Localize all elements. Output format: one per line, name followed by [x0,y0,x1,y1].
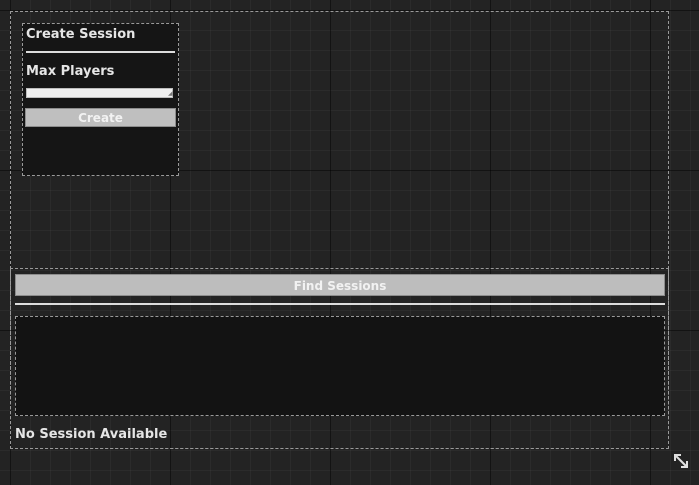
no-session-status: No Session Available [15,427,168,442]
create-session-title: Create Session [26,27,136,42]
input-resize-grip-icon: ◢ [168,90,173,97]
resize-diagonal-icon[interactable] [672,452,690,470]
find-divider [15,303,665,305]
create-button[interactable]: Create [25,108,176,127]
max-players-input[interactable] [26,88,173,98]
max-players-label: Max Players [26,64,115,79]
session-list[interactable] [15,316,665,416]
title-divider [26,51,175,53]
find-sessions-button[interactable]: Find Sessions [15,274,665,296]
designer-canvas: Create Session Max Players ◢ Create Find… [0,0,699,485]
create-session-panel: Create Session Max Players ◢ Create [22,23,179,176]
